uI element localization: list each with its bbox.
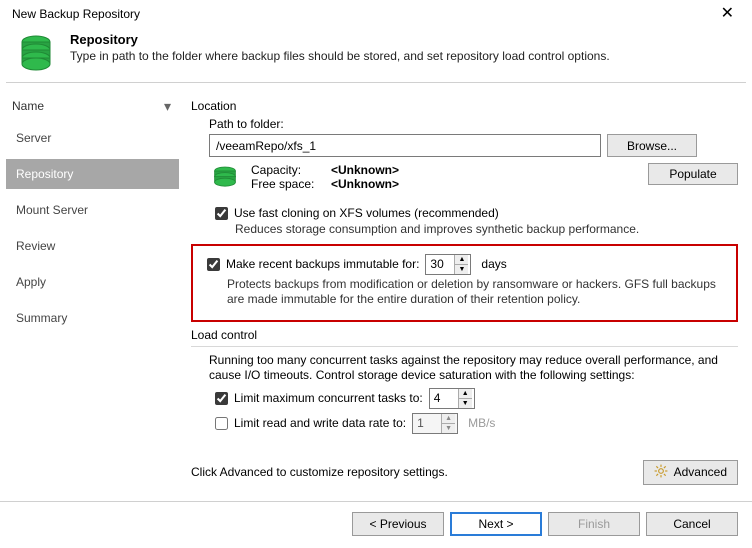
page-subtitle: Type in path to the folder where backup … — [70, 49, 610, 63]
immutable-checkbox[interactable] — [207, 258, 220, 271]
freespace-value: <Unknown> — [331, 177, 399, 191]
spinner-up-icon[interactable]: ▲ — [458, 389, 472, 399]
next-button[interactable]: Next > — [450, 512, 542, 536]
nav-header: Name — [12, 99, 44, 113]
path-input[interactable] — [209, 134, 601, 157]
fastclone-checkbox[interactable] — [215, 207, 228, 220]
capacity-value: <Unknown> — [331, 163, 399, 177]
nav-item-repository[interactable]: Repository — [6, 159, 179, 189]
immutable-days-input[interactable] — [426, 255, 454, 274]
cancel-button[interactable]: Cancel — [646, 512, 738, 536]
spinner-up-icon: ▲ — [441, 414, 455, 424]
advanced-button-label: Advanced — [674, 465, 727, 479]
advanced-hint: Click Advanced to customize repository s… — [191, 465, 448, 479]
limit-rate-label: Limit read and write data rate to: — [234, 416, 406, 430]
limit-tasks-input[interactable] — [430, 389, 458, 408]
limit-rate-unit: MB/s — [468, 416, 495, 430]
capacity-label: Capacity: — [251, 163, 327, 177]
limit-tasks-spinner[interactable]: ▲ ▼ — [429, 388, 475, 409]
load-desc: Running too many concurrent tasks agains… — [209, 353, 738, 384]
spinner-up-icon[interactable]: ▲ — [454, 255, 468, 265]
nav-item-apply[interactable]: Apply — [6, 267, 179, 297]
immutable-label: Make recent backups immutable for: — [226, 257, 419, 271]
immutable-desc: Protects backups from modification or de… — [227, 277, 730, 308]
limit-rate-checkbox[interactable] — [215, 417, 228, 430]
location-section-label: Location — [191, 99, 738, 113]
load-section-label: Load control — [191, 328, 738, 342]
limit-rate-spinner: ▲ ▼ — [412, 413, 458, 434]
populate-button[interactable]: Populate — [648, 163, 738, 185]
path-label: Path to folder: — [209, 117, 738, 131]
spinner-down-icon[interactable]: ▼ — [454, 265, 468, 274]
nav-item-summary[interactable]: Summary — [6, 303, 179, 333]
repository-icon — [16, 32, 56, 72]
nav-item-mount-server[interactable]: Mount Server — [6, 195, 179, 225]
spinner-down-icon: ▼ — [441, 424, 455, 433]
immutable-unit: days — [481, 257, 506, 271]
immutable-days-spinner[interactable]: ▲ ▼ — [425, 254, 471, 275]
fastclone-label: Use fast cloning on XFS volumes (recomme… — [234, 206, 499, 220]
browse-button[interactable]: Browse... — [607, 134, 697, 157]
nav-item-server[interactable]: Server — [6, 123, 179, 153]
limit-tasks-label: Limit maximum concurrent tasks to: — [234, 391, 423, 405]
storage-icon — [209, 163, 241, 198]
freespace-label: Free space: — [251, 177, 327, 191]
previous-button[interactable]: < Previous — [352, 512, 444, 536]
spinner-down-icon[interactable]: ▼ — [458, 399, 472, 408]
advanced-button[interactable]: Advanced — [643, 460, 738, 485]
close-icon[interactable]: ✕ — [715, 6, 740, 22]
finish-button: Finish — [548, 512, 640, 536]
window-title: New Backup Repository — [12, 7, 140, 21]
nav-item-review[interactable]: Review — [6, 231, 179, 261]
page-title: Repository — [70, 32, 610, 47]
limit-rate-input — [413, 414, 441, 433]
immutable-highlight: Make recent backups immutable for: ▲ ▼ d… — [191, 244, 738, 322]
sort-icon[interactable]: ▾ — [164, 99, 173, 113]
gear-icon — [654, 464, 668, 481]
limit-tasks-checkbox[interactable] — [215, 392, 228, 405]
fastclone-desc: Reduces storage consumption and improves… — [235, 222, 738, 238]
